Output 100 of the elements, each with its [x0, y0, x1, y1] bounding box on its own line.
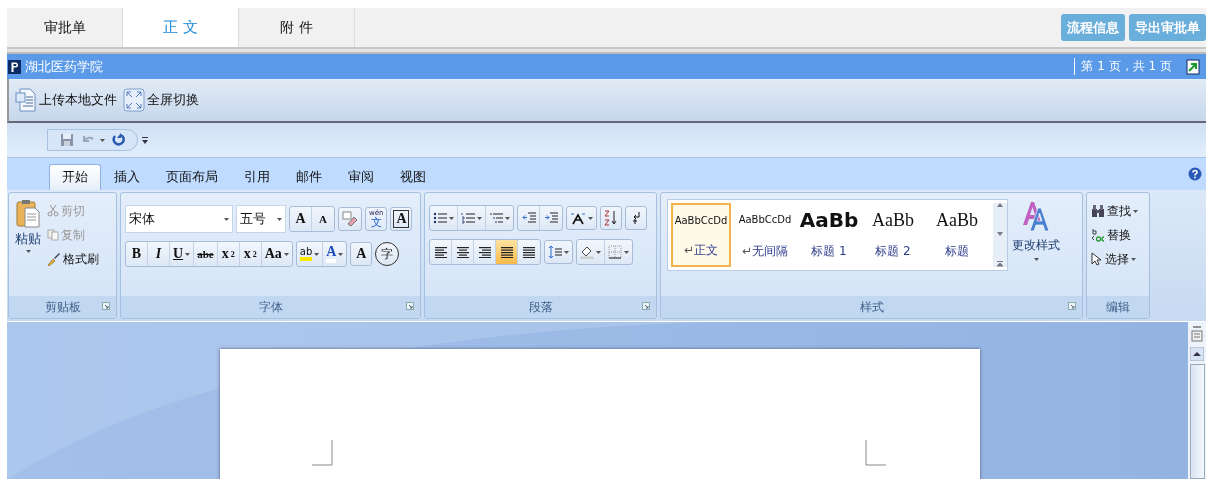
- paste-button[interactable]: 粘贴: [13, 199, 43, 290]
- bullet-list-icon: [433, 212, 447, 224]
- toolbar-button[interactable]: 全屏切换: [123, 88, 199, 112]
- chinese-layout-button[interactable]: [566, 206, 597, 230]
- caret-icon: [477, 216, 482, 220]
- window-title: 湖北医药学院: [25, 57, 103, 76]
- multilevel-list-icon: [489, 212, 503, 224]
- caret-icon: [185, 252, 191, 256]
- replace-icon: [1091, 228, 1105, 242]
- scissors-icon: [47, 205, 59, 217]
- line-spacing-button[interactable]: [544, 240, 573, 264]
- document-tab[interactable]: 正 文: [123, 8, 239, 47]
- caret-icon: [25, 250, 31, 253]
- document-icon: [15, 88, 37, 112]
- shrink-font-button[interactable]: A: [312, 207, 334, 231]
- align-center-icon: [455, 246, 470, 258]
- change-styles-button[interactable]: 更改样式: [1012, 199, 1060, 261]
- dialog-launcher-icon[interactable]: [1068, 302, 1076, 310]
- align-button[interactable]: [496, 240, 518, 264]
- brush-icon: [47, 252, 61, 266]
- character-border-button[interactable]: A: [390, 207, 413, 231]
- gallery-scrollbar[interactable]: [993, 203, 1007, 267]
- outdent-icon: [521, 212, 536, 224]
- ribbon-tab[interactable]: 审阅: [335, 164, 387, 190]
- app-logo-icon: [8, 59, 21, 74]
- redo-icon[interactable]: [111, 133, 125, 147]
- caret-icon: [224, 217, 229, 221]
- copy-icon: [47, 229, 59, 241]
- align-right-icon: [477, 246, 492, 258]
- customize-caret-icon[interactable]: [142, 136, 148, 144]
- ribbon-tab[interactable]: 邮件: [283, 164, 335, 190]
- group-label: 段落: [528, 298, 553, 316]
- editing-button[interactable]: 选择: [1091, 249, 1145, 269]
- highlight-button[interactable]: ab: [296, 242, 324, 266]
- font-color-button[interactable]: A: [323, 242, 347, 266]
- character-shading-button[interactable]: A: [350, 242, 373, 266]
- expand-gallery-icon[interactable]: [997, 261, 1003, 267]
- border-grid-icon: [608, 245, 622, 259]
- split-handle-icon[interactable]: [1191, 326, 1203, 344]
- shading-button[interactable]: [577, 240, 605, 264]
- caret-icon: [596, 250, 601, 254]
- ribbon-tab[interactable]: 视图: [387, 164, 439, 190]
- show-marks-button[interactable]: [625, 206, 647, 230]
- scroll-down-icon[interactable]: [997, 232, 1003, 236]
- ribbon-tab[interactable]: 引用: [231, 164, 283, 190]
- vertical-scrollbar[interactable]: [1188, 322, 1206, 479]
- caret-icon: [449, 216, 454, 220]
- ribbon-tab[interactable]: 开始: [49, 164, 101, 190]
- underline-button[interactable]: U: [170, 242, 195, 266]
- paint-bucket-icon: [580, 245, 594, 259]
- cursor-icon: [1091, 252, 1103, 266]
- grow-font-button[interactable]: A: [290, 207, 312, 231]
- scroll-thumb[interactable]: [1189, 364, 1205, 479]
- group-label: 样式: [859, 298, 884, 316]
- clear-format-button[interactable]: [338, 207, 362, 231]
- line-spacing-icon: [548, 245, 562, 259]
- numbering-button[interactable]: [458, 206, 486, 230]
- clipboard-button[interactable]: 格式刷: [47, 249, 99, 269]
- caret-icon: [624, 250, 629, 254]
- align-left-icon: [433, 246, 448, 258]
- page-info: 第 1 页，共 1 页: [1074, 58, 1172, 75]
- font-name-field[interactable]: 宋体: [125, 205, 233, 233]
- bold-button[interactable]: B: [126, 242, 148, 266]
- expand-icon: [123, 88, 145, 112]
- align-justify-icon: [499, 246, 514, 258]
- dialog-launcher-icon[interactable]: [642, 302, 650, 310]
- dialog-launcher-icon[interactable]: [102, 302, 110, 310]
- italic-button[interactable]: I: [148, 242, 170, 266]
- toolbar-button[interactable]: 上传本地文件: [15, 88, 117, 112]
- letter-a-icon: [1021, 199, 1051, 233]
- group-label: 剪贴板: [44, 298, 81, 316]
- strikethrough-button[interactable]: abe: [194, 242, 218, 266]
- save-icon[interactable]: [60, 133, 74, 147]
- enclose-character-button[interactable]: 字: [375, 242, 400, 266]
- eraser-icon: [342, 211, 358, 227]
- sort-button[interactable]: [600, 206, 622, 230]
- indent-icon: [544, 212, 558, 224]
- caret-icon: [1131, 257, 1136, 261]
- ribbon-tab[interactable]: 插入: [101, 164, 153, 190]
- editing-button[interactable]: 查找: [1091, 201, 1145, 221]
- caret-icon: [1133, 209, 1138, 213]
- font-size-field[interactable]: 五号: [236, 205, 286, 233]
- group-label: 编辑: [1106, 298, 1130, 316]
- style-option[interactable]: AaBbCcDd ↵正文: [671, 203, 731, 267]
- margin-corner-mark: [312, 440, 333, 466]
- align-distribute-icon: [522, 246, 536, 258]
- numbered-list-icon: [461, 212, 475, 224]
- dialog-launcher-icon[interactable]: [406, 302, 414, 310]
- caret-icon: [338, 252, 344, 256]
- editing-button[interactable]: 替换: [1091, 225, 1145, 245]
- caret-icon: [505, 216, 510, 220]
- help-icon[interactable]: [1188, 167, 1202, 181]
- caret-icon: [100, 138, 105, 142]
- caret-icon: [588, 216, 593, 220]
- ribbon-tab[interactable]: 页面布局: [153, 164, 231, 190]
- change-case-button[interactable]: Aa: [261, 242, 292, 266]
- caret-icon: [564, 250, 569, 254]
- paragraph-mark-icon: [631, 211, 641, 225]
- caret-icon: [314, 252, 320, 256]
- scroll-up-icon[interactable]: [1190, 347, 1204, 361]
